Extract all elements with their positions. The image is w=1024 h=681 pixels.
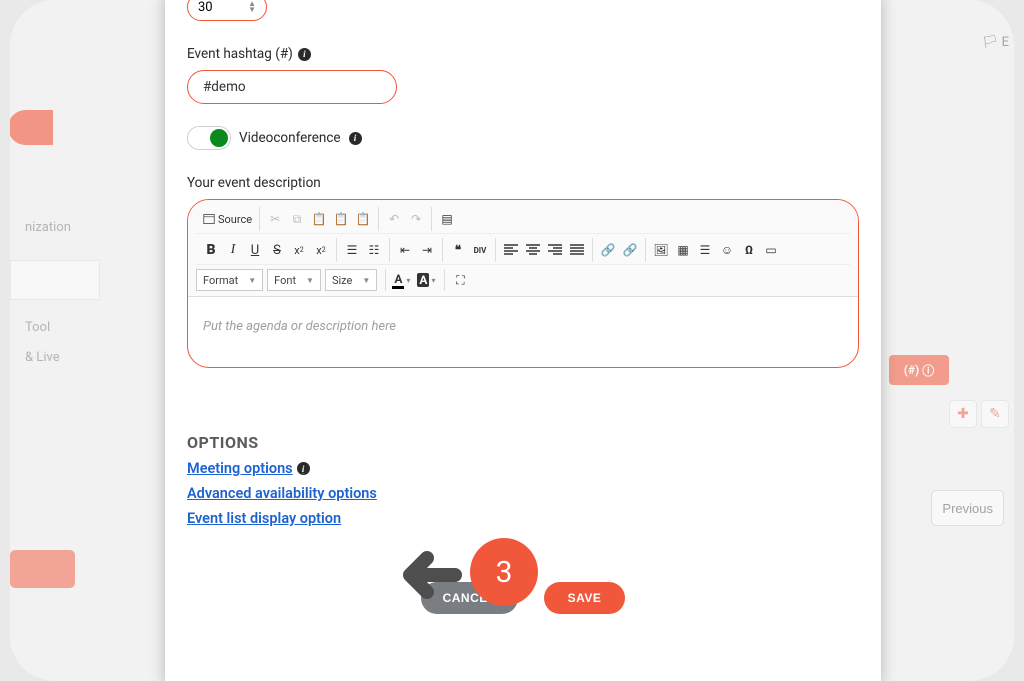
div-button[interactable]: DIV	[469, 239, 491, 261]
hashtag-input[interactable]: #demo	[187, 70, 397, 104]
source-button[interactable]: Source	[200, 208, 255, 230]
description-label: Your event description	[187, 175, 859, 191]
unlink-button: 🔗	[619, 239, 641, 261]
format-select[interactable]: Format▼	[196, 269, 263, 291]
italic-button[interactable]: I	[222, 239, 244, 261]
smiley-button[interactable]: ☺	[716, 239, 738, 261]
bg-hashtag-chip: (#) ⓘ	[889, 355, 949, 385]
bullet-list-button[interactable]: ☷	[363, 239, 385, 261]
spinner-buttons[interactable]: ▲ ▼	[248, 1, 256, 13]
videoconference-toggle[interactable]	[187, 126, 231, 150]
page-background: 🏳 E nization Tool & Live (#) ⓘ ✚ ✎ Previ…	[10, 0, 1014, 681]
subscript-button[interactable]: x2	[288, 239, 310, 261]
bg-previous-button: Previous	[931, 490, 1004, 526]
align-right-button[interactable]	[544, 239, 566, 261]
bg-sidebar-item: & Live	[25, 350, 60, 365]
image-button[interactable]: 🖼	[650, 239, 672, 261]
bg-lang-switch: 🏳 E	[982, 35, 1009, 50]
table-button[interactable]: ▦	[672, 239, 694, 261]
superscript-button[interactable]: x2	[310, 239, 332, 261]
advanced-availability-link[interactable]: Advanced availability options	[187, 485, 377, 502]
bg-sidebar-item: nization	[25, 220, 71, 235]
iframe-button[interactable]: ▭	[760, 239, 782, 261]
info-icon[interactable]: i	[298, 48, 311, 61]
outdent-button[interactable]: ⇤	[394, 239, 416, 261]
paste-text-button[interactable]: 📋	[330, 208, 352, 230]
options-heading: OPTIONS	[187, 433, 859, 452]
duration-value: 30	[198, 0, 213, 15]
font-select[interactable]: Font▼	[267, 269, 321, 291]
undo-button: ↶	[383, 208, 405, 230]
hr-button[interactable]: ☰	[694, 239, 716, 261]
bg-action-icons: ✚ ✎	[949, 400, 1009, 428]
info-icon[interactable]: i	[297, 462, 310, 475]
bg-sidebar-item: Tool	[25, 320, 50, 335]
cut-button: ✂	[264, 208, 286, 230]
bold-button[interactable]: B	[200, 239, 222, 261]
select-all-button[interactable]: ▤	[436, 208, 458, 230]
paste-word-button[interactable]: 📋	[352, 208, 374, 230]
hashtag-label: Event hashtag (#) i	[187, 46, 859, 62]
bg-sidebar-selected	[10, 260, 100, 300]
align-center-button[interactable]	[522, 239, 544, 261]
link-button[interactable]: 🔗	[597, 239, 619, 261]
chevron-down-icon[interactable]: ▼	[248, 7, 256, 13]
blockquote-button[interactable]: ❝	[447, 239, 469, 261]
videoconference-label: Videoconference	[239, 130, 341, 146]
event-list-display-link[interactable]: Event list display option	[187, 510, 341, 527]
bg-color-button[interactable]: A▾	[415, 270, 437, 290]
size-select[interactable]: Size▼	[325, 269, 377, 291]
bg-sidebar-highlight	[10, 110, 53, 145]
maximize-button[interactable]: ⛶	[449, 269, 471, 291]
align-left-button[interactable]	[500, 239, 522, 261]
underline-button[interactable]: U	[244, 239, 266, 261]
copy-button: ⧉	[286, 208, 308, 230]
cancel-button[interactable]: CANCEL	[421, 582, 518, 614]
duration-input[interactable]: 30 ▲ ▼	[187, 0, 267, 21]
paste-button[interactable]: 📋	[308, 208, 330, 230]
modal-footer: CANCEL SAVE	[187, 582, 859, 614]
event-form-modal: 30 ▲ ▼ Event hashtag (#) i #demo Videoco…	[165, 0, 881, 681]
videoconference-row: Videoconference i	[187, 126, 859, 150]
editor-content[interactable]: Put the agenda or description here	[188, 297, 858, 367]
toggle-knob	[210, 129, 228, 147]
redo-button: ↷	[405, 208, 427, 230]
text-color-button[interactable]: A▾	[390, 270, 412, 290]
rich-text-editor: Source ✂ ⧉ 📋 📋 📋 ↶ ↷ ▤	[187, 199, 859, 368]
strike-button[interactable]: S	[266, 239, 288, 261]
save-button[interactable]: SAVE	[544, 582, 626, 614]
info-icon[interactable]: i	[349, 132, 362, 145]
bg-action-button	[10, 550, 75, 588]
special-char-button[interactable]: Ω	[738, 239, 760, 261]
meeting-options-link[interactable]: Meeting options i	[187, 460, 310, 477]
numbered-list-button[interactable]: ☰	[341, 239, 363, 261]
align-justify-button[interactable]	[566, 239, 588, 261]
editor-toolbar: Source ✂ ⧉ 📋 📋 📋 ↶ ↷ ▤	[188, 200, 858, 297]
indent-button[interactable]: ⇥	[416, 239, 438, 261]
editor-placeholder: Put the agenda or description here	[203, 319, 396, 334]
